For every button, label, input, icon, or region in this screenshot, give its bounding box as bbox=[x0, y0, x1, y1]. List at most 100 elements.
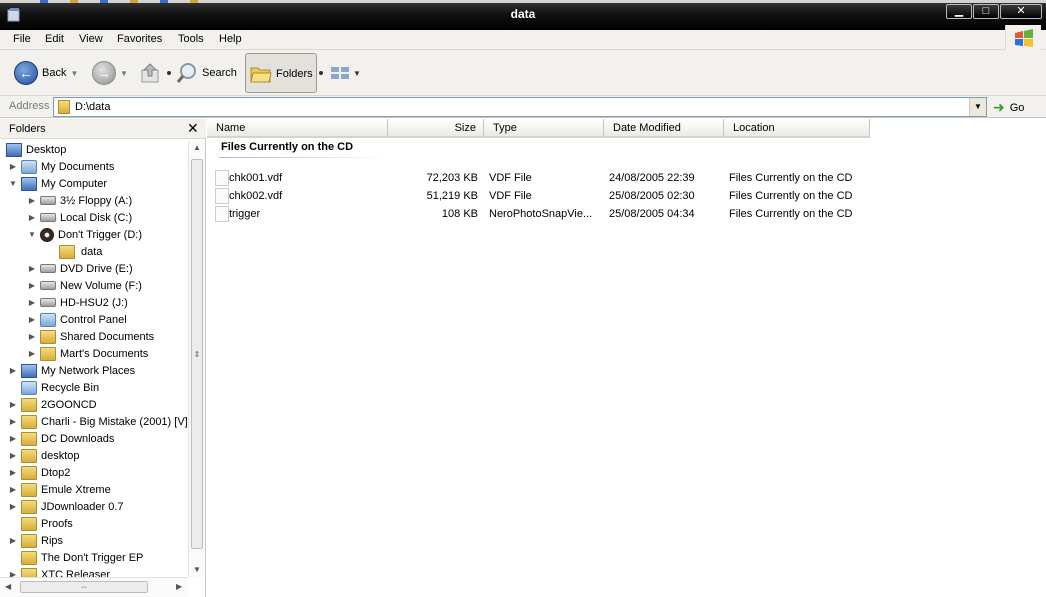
expand-icon[interactable]: ▶ bbox=[8, 434, 18, 443]
file-row[interactable]: chk002.vdf 51,219 KB VDF File 25/08/2005… bbox=[207, 187, 907, 205]
file-row[interactable]: chk001.vdf 72,203 KB VDF File 24/08/2005… bbox=[207, 169, 907, 187]
tree-item[interactable]: ▶ New Volume (F:) bbox=[27, 277, 142, 294]
tree-item[interactable]: ▶ Mart's Documents bbox=[27, 345, 148, 362]
menu-tools[interactable]: Tools bbox=[178, 33, 204, 45]
column-header-date-modified[interactable]: Date Modified bbox=[604, 119, 724, 138]
tree-item[interactable]: ▶ My Network Places bbox=[8, 362, 135, 379]
expand-icon[interactable]: ▶ bbox=[8, 570, 18, 577]
tree-item[interactable]: ▼ My Computer bbox=[8, 175, 107, 192]
tree-item[interactable]: ▶ Control Panel bbox=[27, 311, 127, 328]
close-button[interactable]: ✕ bbox=[1000, 4, 1042, 19]
column-header-name[interactable]: Name bbox=[207, 119, 388, 138]
collapse-icon[interactable]: ▼ bbox=[8, 179, 18, 188]
expand-icon[interactable]: ▶ bbox=[8, 162, 18, 171]
expand-icon[interactable]: ▶ bbox=[8, 485, 18, 494]
expand-icon[interactable]: ▶ bbox=[8, 366, 18, 375]
menu-view[interactable]: View bbox=[79, 33, 103, 45]
tree-item-label: Shared Documents bbox=[60, 330, 155, 343]
back-dropdown-icon[interactable]: ▼ bbox=[70, 69, 78, 78]
scroll-up-icon[interactable]: ▲ bbox=[193, 143, 201, 152]
tree-item[interactable]: ▶ Charli - Big Mistake (2001) [V] bbox=[8, 413, 188, 430]
tree-item[interactable]: ▶ XTC Releaser bbox=[8, 566, 110, 577]
tree-item-label: Don't Trigger (D:) bbox=[58, 228, 143, 241]
tree-item[interactable]: ▶ DVD Drive (E:) bbox=[27, 260, 133, 277]
tree-item[interactable]: Recycle Bin bbox=[8, 379, 99, 396]
tree-item[interactable]: ▼ Don't Trigger (D:) bbox=[27, 226, 142, 243]
forward-button[interactable]: → ▼ bbox=[92, 56, 128, 90]
minimize-button[interactable]: ▁ bbox=[946, 4, 972, 19]
collapse-icon[interactable]: ▼ bbox=[27, 230, 37, 239]
scroll-thumb[interactable]: ⇔ bbox=[20, 581, 148, 593]
search-button[interactable]: Search bbox=[176, 56, 237, 90]
tree-item[interactable]: ▶ Shared Documents bbox=[27, 328, 154, 345]
tree-item[interactable]: ▶ Emule Xtreme bbox=[8, 481, 111, 498]
expand-icon[interactable]: ▶ bbox=[27, 264, 37, 273]
tree-item[interactable]: ▶ Dtop2 bbox=[8, 464, 70, 481]
tree-item[interactable]: ▶ Local Disk (C:) bbox=[27, 209, 132, 226]
expand-icon[interactable]: ▶ bbox=[8, 502, 18, 511]
close-pane-icon[interactable]: ✕ bbox=[187, 120, 199, 137]
windows-logo bbox=[1005, 25, 1041, 51]
expand-icon[interactable]: ▶ bbox=[8, 417, 18, 426]
tree-item[interactable]: ▶ JDownloader 0.7 bbox=[8, 498, 124, 515]
column-header-type[interactable]: Type bbox=[484, 119, 604, 138]
tree-item[interactable]: ▶ My Documents bbox=[8, 158, 114, 175]
tree-item[interactable]: data bbox=[46, 243, 104, 260]
scroll-thumb[interactable]: ⇕ bbox=[191, 159, 203, 549]
forward-dropdown-icon[interactable]: ▼ bbox=[120, 69, 128, 78]
expand-icon[interactable]: ▶ bbox=[27, 315, 37, 324]
scroll-left-icon[interactable]: ◀ bbox=[5, 582, 11, 591]
expand-icon[interactable]: ▶ bbox=[8, 400, 18, 409]
column-header-size[interactable]: Size bbox=[388, 119, 484, 138]
expand-icon[interactable]: ▶ bbox=[8, 468, 18, 477]
menu-favorites[interactable]: Favorites bbox=[117, 33, 162, 45]
column-header-location[interactable]: Location bbox=[724, 119, 870, 138]
scroll-down-icon[interactable]: ▼ bbox=[193, 565, 201, 574]
expand-icon[interactable]: ▶ bbox=[8, 536, 18, 545]
tree-vertical-scrollbar[interactable]: ▲ ⇕ ▼ bbox=[188, 141, 205, 577]
tree-item[interactable]: ▶ HD-HSU2 (J:) bbox=[27, 294, 128, 311]
tree-item-label: DC Downloads bbox=[41, 432, 115, 445]
tree-item-label: Desktop bbox=[26, 143, 67, 156]
views-icon bbox=[331, 67, 349, 79]
tree-horizontal-scrollbar[interactable]: ◀ ⇔ ▶ bbox=[0, 577, 188, 597]
tree-item-label: XTC Releaser bbox=[41, 568, 111, 578]
tree-item-label: Mart's Documents bbox=[60, 347, 149, 360]
tree-item[interactable]: ▶ 2GOONCD bbox=[8, 396, 97, 413]
tree-item[interactable]: ▶ DC Downloads bbox=[8, 430, 114, 447]
expand-icon[interactable]: ▶ bbox=[27, 349, 37, 358]
maximize-button[interactable]: □ bbox=[973, 4, 999, 19]
tree-item[interactable]: The Don't Trigger EP bbox=[8, 549, 143, 566]
file-name: chk002.vdf bbox=[229, 190, 283, 202]
scroll-right-icon[interactable]: ▶ bbox=[176, 582, 182, 591]
tree-item[interactable]: ▶ Rips bbox=[8, 532, 63, 549]
tree-item[interactable]: ▶ 3½ Floppy (A:) bbox=[27, 192, 132, 209]
up-folder-button[interactable] bbox=[140, 56, 162, 90]
back-button[interactable]: ← Back ▼ bbox=[14, 56, 78, 90]
file-size: 72,203 KB bbox=[426, 172, 478, 184]
file-location: Files Currently on the CD bbox=[729, 172, 853, 184]
file-date: 24/08/2005 22:39 bbox=[609, 172, 695, 184]
address-field[interactable]: D:\data ▼ bbox=[53, 97, 987, 117]
go-button[interactable]: ➜ Go bbox=[993, 99, 1024, 116]
folders-button[interactable]: Folders bbox=[245, 53, 317, 93]
address-dropdown-icon[interactable]: ▼ bbox=[969, 98, 986, 116]
tree-item[interactable]: Desktop bbox=[6, 141, 66, 158]
menu-help[interactable]: Help bbox=[219, 33, 242, 45]
folder-icon bbox=[21, 516, 37, 531]
folder-icon bbox=[59, 244, 75, 259]
expand-icon[interactable]: ▶ bbox=[27, 196, 37, 205]
tree-item-label: 3½ Floppy (A:) bbox=[60, 194, 133, 207]
expand-icon[interactable]: ▶ bbox=[27, 281, 37, 290]
expand-icon[interactable]: ▶ bbox=[8, 451, 18, 460]
views-button[interactable]: ▼ bbox=[330, 56, 361, 90]
file-row[interactable]: trigger 108 KB NeroPhotoSnapVie... 25/08… bbox=[207, 205, 907, 223]
expand-icon[interactable]: ▶ bbox=[27, 213, 37, 222]
menu-file[interactable]: File bbox=[13, 33, 31, 45]
file-type: VDF File bbox=[489, 190, 532, 202]
expand-icon[interactable]: ▶ bbox=[27, 332, 37, 341]
expand-icon[interactable]: ▶ bbox=[27, 298, 37, 307]
menu-edit[interactable]: Edit bbox=[45, 33, 64, 45]
tree-item[interactable]: ▶ desktop bbox=[8, 447, 80, 464]
tree-item[interactable]: Proofs bbox=[8, 515, 73, 532]
